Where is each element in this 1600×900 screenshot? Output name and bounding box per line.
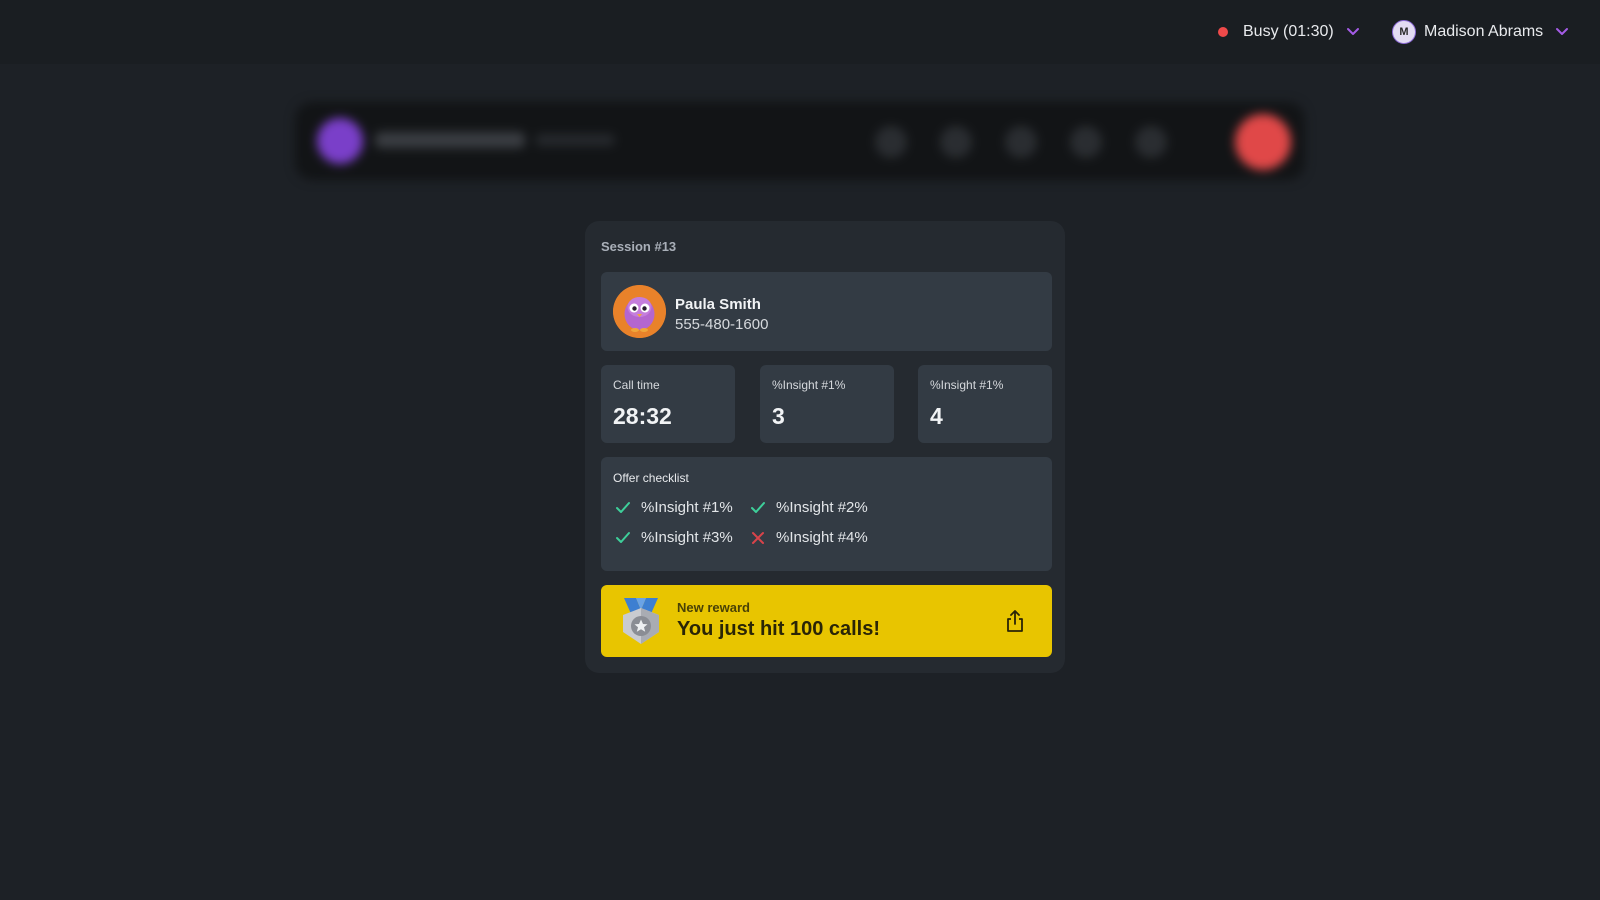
caller-avatar	[317, 118, 363, 164]
close-icon	[752, 531, 764, 544]
status-dropdown[interactable]: Busy (01:30)	[1218, 18, 1360, 46]
user-name: Madison Abrams	[1424, 23, 1544, 40]
caller-meta-placeholder	[535, 134, 615, 146]
medal-icon	[623, 598, 659, 644]
contact-phone: 555-480-1600	[675, 316, 769, 333]
chevron-down-icon	[1346, 27, 1360, 37]
toolbar-button	[875, 126, 907, 158]
stat-insight-1: %Insight #1% 3	[760, 365, 894, 443]
stat-label: %Insight #1%	[772, 378, 846, 392]
stat-insight-2: %Insight #1% 4	[918, 365, 1052, 443]
checklist-item-label: %Insight #2%	[776, 499, 868, 516]
status-indicator	[1218, 27, 1228, 37]
reward-banner: New reward You just hit 100 calls!	[601, 585, 1052, 657]
offer-checklist: Offer checklist %Insight #1% %Insight #2…	[601, 457, 1052, 571]
checklist-item-label: %Insight #1%	[641, 499, 733, 516]
caller-info-placeholder	[375, 132, 525, 148]
user-menu[interactable]: M Madison Abrams	[1392, 18, 1569, 46]
checklist-item: %Insight #1%	[615, 499, 733, 516]
stat-value: 3	[772, 403, 785, 429]
chevron-down-icon	[1555, 27, 1569, 37]
checklist-item-label: %Insight #3%	[641, 529, 733, 546]
checklist-title: Offer checklist	[613, 471, 689, 485]
checklist-item-label: %Insight #4%	[776, 529, 868, 546]
status-label: Busy (01:30)	[1243, 23, 1334, 40]
check-icon	[616, 531, 630, 543]
contact-card: Paula Smith 555-480-1600	[601, 272, 1052, 351]
share-icon	[1007, 610, 1023, 632]
top-bar: Busy (01:30) M Madison Abrams	[0, 0, 1600, 64]
check-icon	[751, 501, 765, 513]
checklist-item: %Insight #4%	[750, 529, 868, 546]
checklist-item: %Insight #3%	[615, 529, 733, 546]
user-avatar: M	[1392, 20, 1416, 44]
session-card: Session #13 Paula Smith 555-480-1600 Cal…	[585, 221, 1065, 673]
share-button[interactable]	[1004, 609, 1026, 633]
session-title: Session #13	[601, 239, 677, 254]
reward-text: You just hit 100 calls!	[677, 618, 881, 640]
end-call-button	[1235, 114, 1291, 170]
contact-avatar	[613, 285, 666, 338]
contact-name: Paula Smith	[675, 296, 761, 313]
stat-call-time: Call time 28:32	[601, 365, 735, 443]
stat-label: Call time	[613, 378, 660, 392]
check-icon	[616, 501, 630, 513]
stat-label: %Insight #1%	[930, 378, 1004, 392]
reward-label: New reward	[677, 600, 750, 615]
stat-value: 4	[930, 403, 943, 429]
toolbar-button	[1135, 126, 1167, 158]
toolbar-button	[1005, 126, 1037, 158]
checklist-item: %Insight #2%	[750, 499, 868, 516]
toolbar-button	[1070, 126, 1102, 158]
stat-value: 28:32	[613, 403, 672, 429]
toolbar-button	[940, 126, 972, 158]
call-toolbar-blurred	[295, 102, 1305, 180]
